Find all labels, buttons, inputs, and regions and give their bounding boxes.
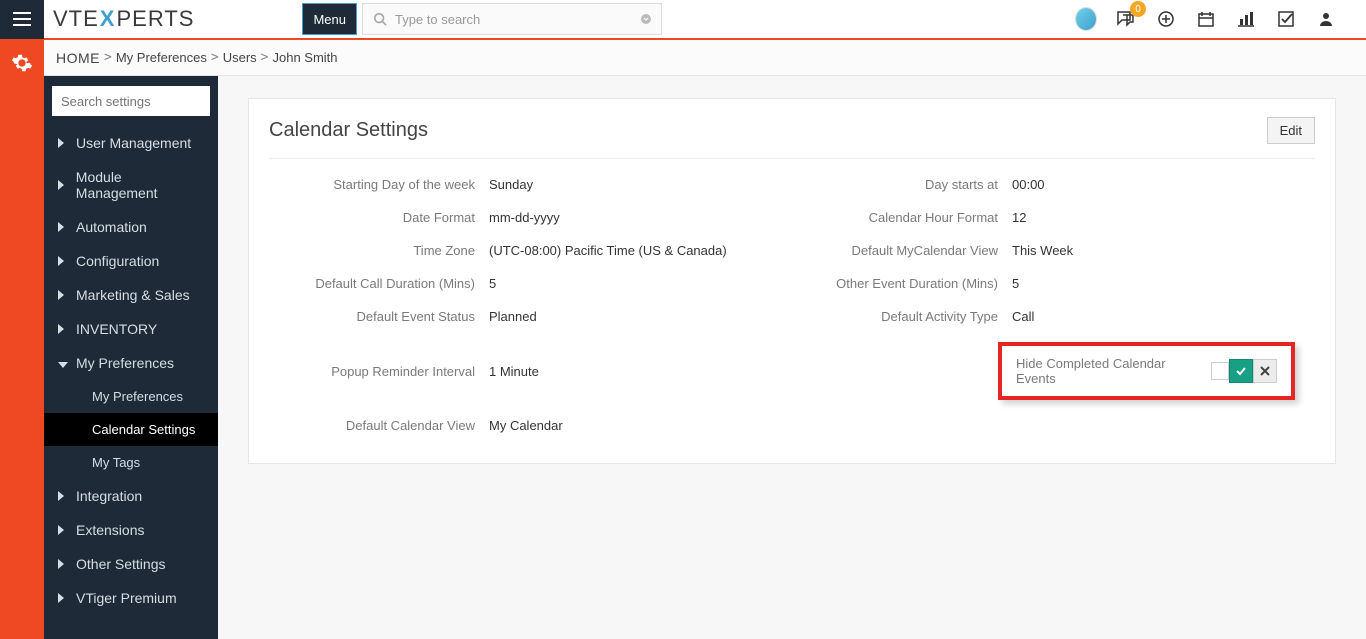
hamburger-button[interactable] [0, 0, 44, 39]
sidebar-item-label: Configuration [76, 253, 159, 269]
sidebar-item[interactable]: Automation [44, 210, 218, 244]
sidebar-item-label: INVENTORY [76, 321, 157, 337]
edit-button[interactable]: Edit [1267, 117, 1315, 144]
sidebar-item-label: Extensions [76, 522, 144, 538]
sidebar-item-label: Other Settings [76, 556, 166, 572]
sidebar-item[interactable]: Other Settings [44, 547, 218, 581]
breadcrumb-item[interactable]: Users [223, 50, 257, 65]
chevron-down-icon[interactable] [641, 14, 651, 24]
chevron-right-icon [58, 488, 66, 504]
chevron-right-icon [58, 590, 66, 606]
sidebar-item-label: VTiger Premium [76, 590, 177, 606]
logo-text-x: X [100, 6, 116, 32]
field-event-status: Default Event StatusPlanned [289, 309, 772, 324]
page-title: Calendar Settings [269, 119, 428, 142]
logo-text-pre: VTE [53, 6, 99, 32]
top-icons: 0 [1076, 9, 1366, 29]
chevron-right-icon [58, 135, 66, 151]
sidebar-item-label: Integration [76, 488, 142, 504]
sidebar-item[interactable]: Extensions [44, 513, 218, 547]
avatar-icon [1076, 8, 1096, 30]
sidebar-subitem[interactable]: Calendar Settings [44, 413, 218, 446]
chevron-right-icon [58, 219, 66, 235]
chevron-right-icon: > [211, 50, 219, 65]
sidebar-item[interactable]: VTiger Premium [44, 581, 218, 615]
calendar-button[interactable] [1196, 9, 1216, 29]
sidebar-item[interactable]: Marketing & Sales [44, 278, 218, 312]
sidebar-subitem[interactable]: My Preferences [44, 380, 218, 413]
chevron-right-icon [58, 253, 66, 269]
sidebar-item[interactable]: INVENTORY [44, 312, 218, 346]
field-hide-completed: Hide Completed Calendar Events [812, 342, 1295, 400]
sidebar-item[interactable]: User Management [44, 126, 218, 160]
settings-gear-button[interactable] [0, 44, 44, 82]
field-day-starts: Day starts at00:00 [812, 177, 1295, 192]
field-date-format: Date Formatmm-dd-yyyy [289, 210, 772, 225]
sidebar-item[interactable]: Module Management [44, 160, 218, 210]
notification-badge: 0 [1130, 1, 1146, 17]
chevron-right-icon: > [104, 50, 112, 65]
user-menu[interactable] [1316, 9, 1336, 29]
sidebar-item-label: Marketing & Sales [76, 287, 190, 303]
page-content: Calendar Settings Edit Starting Day of t… [218, 76, 1366, 639]
breadcrumb: HOME > My Preferences > Users > John Smi… [44, 40, 1366, 76]
field-activity-type: Default Activity TypeCall [812, 309, 1295, 324]
logo[interactable]: VTEXPERTS [53, 6, 194, 32]
close-icon [1260, 366, 1270, 376]
hamburger-icon [13, 12, 31, 26]
reports-button[interactable] [1236, 9, 1256, 29]
breadcrumb-item[interactable]: My Preferences [116, 50, 207, 65]
confirm-button[interactable] [1229, 359, 1253, 383]
hide-completed-checkbox[interactable] [1211, 362, 1229, 380]
sidebar-item-label: Module Management [76, 169, 204, 201]
settings-rail [0, 40, 44, 639]
cancel-button[interactable] [1253, 359, 1277, 383]
field-starting-day: Starting Day of the weekSunday [289, 177, 772, 192]
sidebar-item[interactable]: Integration [44, 479, 218, 513]
check-icon [1235, 365, 1247, 377]
chevron-right-icon [58, 287, 66, 303]
chevron-right-icon [58, 556, 66, 572]
chevron-right-icon [58, 177, 66, 193]
sidebar-item-label: My Preferences [76, 355, 174, 371]
chevron-right-icon [58, 522, 66, 538]
bar-chart-icon [1238, 11, 1254, 27]
sidebar-item[interactable]: My Preferences [44, 346, 218, 380]
check-box-icon [1278, 11, 1294, 27]
add-button[interactable] [1156, 9, 1176, 29]
logo-text-post: PERTS [116, 6, 194, 32]
chevron-right-icon [58, 321, 66, 337]
breadcrumb-item[interactable]: John Smith [272, 50, 337, 65]
breadcrumb-home[interactable]: HOME [56, 50, 100, 66]
chat-button[interactable]: 0 [1116, 9, 1136, 29]
field-default-calendar-view: Default Calendar ViewMy Calendar [289, 418, 772, 433]
chevron-down-icon [58, 355, 66, 371]
calendar-icon [1198, 11, 1214, 27]
sidebar-item-label: Automation [76, 219, 147, 235]
sidebar-item[interactable]: Configuration [44, 244, 218, 278]
field-call-duration: Default Call Duration (Mins)5 [289, 276, 772, 291]
hide-completed-highlight: Hide Completed Calendar Events [998, 342, 1295, 400]
top-bar: VTEXPERTS Menu Type to search 0 [0, 0, 1366, 40]
avatar[interactable] [1076, 9, 1096, 29]
gear-icon [11, 52, 33, 74]
sidebar-item-label: User Management [76, 135, 191, 151]
search-placeholder: Type to search [395, 12, 480, 27]
field-reminder-interval: Popup Reminder Interval1 Minute [289, 342, 772, 400]
field-mycalendar-view: Default MyCalendar ViewThis Week [812, 243, 1295, 258]
field-other-duration: Other Event Duration (Mins)5 [812, 276, 1295, 291]
field-hour-format: Calendar Hour Format12 [812, 210, 1295, 225]
tasks-button[interactable] [1276, 9, 1296, 29]
search-icon [373, 12, 387, 26]
chevron-right-icon: > [261, 50, 269, 65]
calendar-settings-panel: Calendar Settings Edit Starting Day of t… [248, 98, 1336, 464]
user-icon [1318, 11, 1334, 27]
field-time-zone: Time Zone(UTC-08:00) Pacific Time (US & … [289, 243, 772, 258]
sidebar-subitem[interactable]: My Tags [44, 446, 218, 479]
sidebar-search-input[interactable] [52, 86, 210, 116]
menu-button[interactable]: Menu [302, 3, 357, 35]
settings-sidebar: User Management Module Management Automati… [44, 76, 218, 639]
plus-icon [1158, 11, 1174, 27]
global-search[interactable]: Type to search [362, 3, 662, 35]
